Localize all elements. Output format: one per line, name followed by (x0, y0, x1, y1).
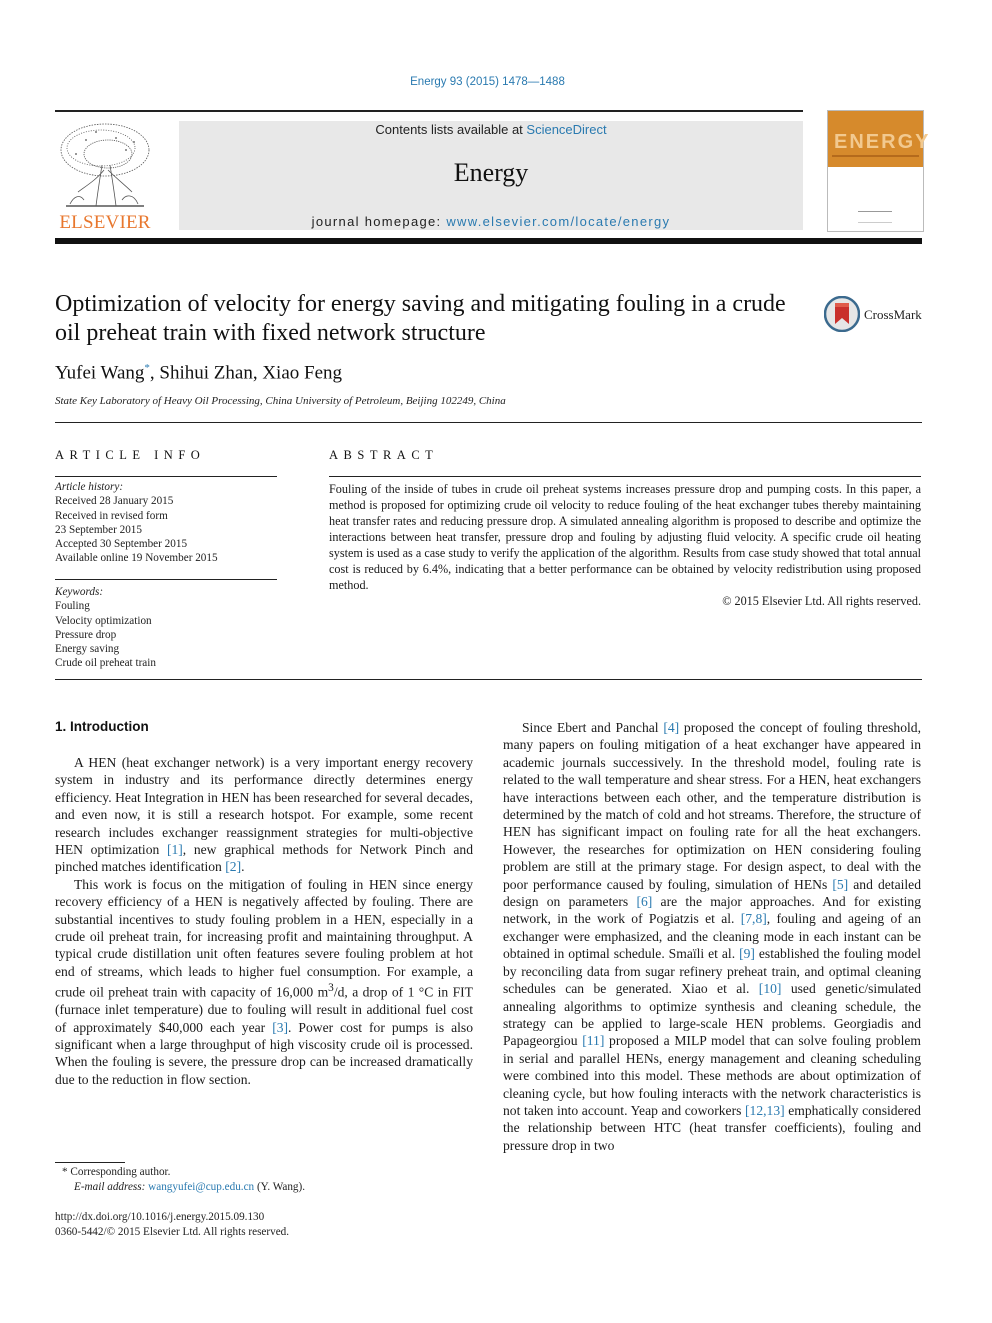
keyword-item: Fouling (55, 600, 90, 613)
history-item: Received in revised form (55, 509, 168, 522)
header-rule (55, 110, 803, 112)
keyword-item: Crude oil preheat train (55, 657, 156, 670)
author-name[interactable]: Yufei Wang (55, 362, 144, 383)
email-link[interactable]: wangyufei@cup.edu.cn (148, 1181, 254, 1193)
header-thick-rule (55, 238, 922, 244)
email-label: E-mail address: (74, 1181, 149, 1193)
doi-link[interactable]: http://dx.doi.org/10.1016/j.energy.2015.… (55, 1210, 264, 1225)
cover-stripe (832, 155, 919, 157)
cover-publisher-mark (858, 211, 892, 223)
abstract-rule (329, 476, 921, 477)
email-note: E-mail address: wangyufei@cup.edu.cn (Y.… (74, 1180, 305, 1195)
email-suffix: (Y. Wang). (254, 1181, 306, 1193)
author-separator: , (252, 362, 263, 384)
keywords: Keywords: Fouling Velocity optimization … (55, 585, 277, 671)
journal-citation[interactable]: Energy 93 (2015) 1478—1488 (0, 76, 975, 88)
crossmark-icon (824, 296, 860, 332)
abstract-heading: ABSTRACT (329, 448, 439, 462)
history-item: Received 28 January 2015 (55, 495, 174, 508)
sciencedirect-link[interactable]: ScienceDirect (526, 122, 606, 137)
author-name[interactable]: Shihui Zhan (159, 362, 252, 383)
journal-masthead: Contents lists available at ScienceDirec… (179, 121, 803, 230)
cover-title: ENERGY (834, 131, 931, 153)
article-info-rule (55, 476, 277, 477)
abstract-text: Fouling of the inside of tubes in crude … (329, 482, 921, 592)
crossmark-label: CrossMark (864, 307, 922, 322)
homepage-line: journal homepage: www.elsevier.com/locat… (179, 214, 803, 229)
citation-link[interactable]: [12,13] (745, 1103, 785, 1118)
history-item: 23 September 2015 (55, 523, 142, 536)
citation-link[interactable]: [5] (832, 877, 848, 892)
journal-name: Energy (453, 158, 529, 187)
author-name[interactable]: Xiao Feng (262, 362, 342, 383)
contents-line: Contents lists available at ScienceDirec… (179, 122, 803, 137)
body-column-left: A HEN (heat exchanger network) is a very… (55, 754, 473, 1088)
keyword-item: Energy saving (55, 643, 120, 656)
crossmark-badge[interactable]: CrossMark (824, 296, 924, 334)
intro-paragraph-2: This work is focus on the mitigation of … (55, 876, 473, 1087)
keywords-label: Keywords: (55, 586, 104, 598)
citation-link[interactable]: [9] (739, 946, 755, 961)
keywords-rule (55, 579, 277, 580)
history-item: Accepted 30 September 2015 (55, 538, 188, 551)
history-label: Article history: (55, 481, 124, 493)
keyword-item: Pressure drop (55, 628, 117, 641)
keyword-item: Velocity optimization (55, 614, 152, 627)
citation-link[interactable]: [11] (582, 1033, 604, 1048)
intro-paragraph-3: Since Ebert and Panchal [4] proposed the… (503, 720, 921, 1153)
citation-link[interactable]: [1] (167, 842, 183, 857)
elsevier-tree-icon (60, 123, 150, 207)
title-divider (55, 422, 922, 423)
citation-link[interactable]: [7,8] (741, 911, 767, 926)
homepage-link[interactable]: www.elsevier.com/locate/energy (446, 214, 670, 229)
section-heading-introduction: 1. Introduction (55, 719, 149, 734)
article-history: Article history: Received 28 January 201… (55, 480, 277, 566)
affiliation: State Key Laboratory of Heavy Oil Proces… (55, 395, 506, 407)
superscript: 3 (328, 982, 334, 995)
issn-copyright: 0360-5442/© 2015 Elsevier Ltd. All right… (55, 1226, 290, 1238)
author-list: Yufei Wang*, Shihui Zhan, Xiao Feng (55, 362, 342, 384)
abstract-copyright: © 2015 Elsevier Ltd. All rights reserved… (722, 594, 921, 608)
citation-link[interactable]: [10] (759, 981, 782, 996)
article-title: Optimization of velocity for energy savi… (55, 291, 786, 346)
article-info-heading: ARTICLE INFO (55, 448, 206, 462)
footnote-rule (55, 1162, 125, 1163)
citation-link[interactable]: [6] (636, 894, 652, 909)
citation-link[interactable]: [3] (272, 1020, 288, 1035)
front-matter-divider (55, 679, 922, 680)
body-column-right: Since Ebert and Panchal [4] proposed the… (503, 719, 921, 1154)
intro-paragraph-1: A HEN (heat exchanger network) is a very… (55, 755, 473, 875)
elsevier-wordmark: ELSEVIER (59, 212, 151, 233)
cover-banner: ENERGY (828, 111, 928, 167)
journal-cover-thumbnail[interactable]: ENERGY (827, 110, 928, 232)
contents-prefix: Contents lists available at (375, 122, 527, 137)
elsevier-logo[interactable]: ELSEVIER (52, 118, 158, 234)
author-separator: , (149, 362, 160, 384)
homepage-prefix: journal homepage: (311, 214, 447, 229)
citation-link[interactable]: [4] (663, 720, 679, 735)
history-item: Available online 19 November 2015 (55, 552, 218, 565)
citation-link[interactable]: [2] (225, 859, 241, 874)
corresponding-author-note: * Corresponding author. (62, 1166, 171, 1178)
abstract-body: Fouling of the inside of tubes in crude … (329, 481, 921, 609)
